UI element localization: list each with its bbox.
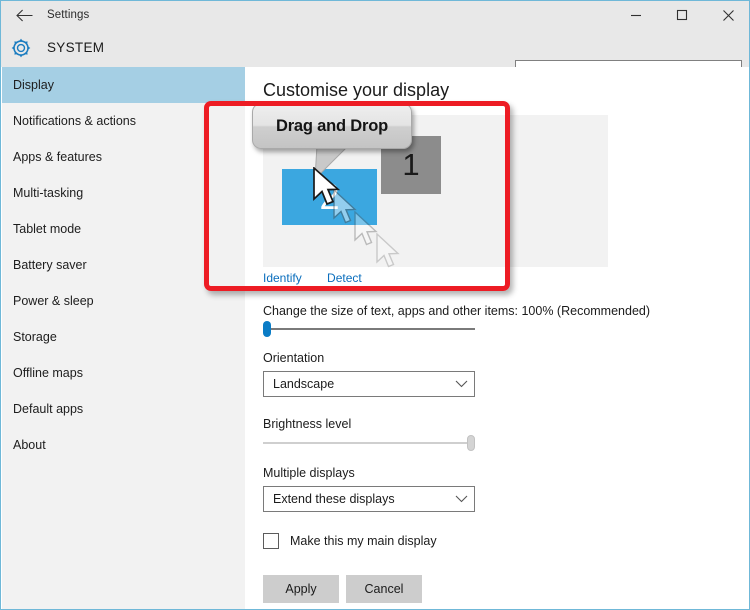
minimize-button[interactable] <box>613 1 659 29</box>
sidebar-item-label: Tablet mode <box>13 222 82 236</box>
maximize-button[interactable] <box>659 1 705 29</box>
cancel-button[interactable]: Cancel <box>346 575 422 603</box>
window-controls <box>613 1 749 29</box>
maximize-icon <box>676 9 688 21</box>
category-title: SYSTEM <box>47 40 105 55</box>
slider-track <box>263 442 475 444</box>
monitor-number: 1 <box>402 147 420 182</box>
sidebar-item-label: About <box>13 438 46 452</box>
sidebar-item-display[interactable]: Display <box>2 67 245 103</box>
sidebar-item-storage[interactable]: Storage <box>2 319 245 355</box>
sidebar-item-label: Storage <box>13 330 57 344</box>
arrow-cursor-icon <box>312 166 346 216</box>
display-preview-panel[interactable]: 1 2 Drag and Drop <box>252 103 608 268</box>
main-display-checkbox[interactable] <box>263 533 279 549</box>
slider-thumb[interactable] <box>263 321 271 337</box>
window-title: Settings <box>47 9 90 21</box>
main-display-checkbox-row[interactable]: Make this my main display <box>263 533 437 549</box>
slider-track <box>263 328 475 330</box>
multiple-displays-label: Multiple displays <box>263 466 355 480</box>
drag-and-drop-callout: Drag and Drop <box>252 103 412 149</box>
brightness-slider[interactable] <box>263 435 475 451</box>
settings-window: Settings SYSTEM Find a setting Display N… <box>0 0 750 610</box>
sidebar-item-apps-and-features[interactable]: Apps & features <box>2 139 245 175</box>
multiple-displays-value: Extend these displays <box>273 492 395 506</box>
back-arrow-icon <box>15 9 33 22</box>
sidebar-item-notifications-and-actions[interactable]: Notifications & actions <box>2 103 245 139</box>
sidebar-item-power-and-sleep[interactable]: Power & sleep <box>2 283 245 319</box>
sidebar-item-label: Default apps <box>13 402 84 416</box>
sidebar-item-label: Notifications & actions <box>13 114 136 128</box>
sidebar-item-label: Multi-tasking <box>13 186 84 200</box>
orientation-value: Landscape <box>273 377 335 391</box>
multiple-displays-select[interactable]: Extend these displays <box>263 486 475 512</box>
orientation-label: Orientation <box>263 351 325 365</box>
identify-link[interactable]: Identify <box>263 271 302 285</box>
page-title: Customise your display <box>263 80 450 100</box>
sidebar-item-label: Power & sleep <box>13 294 94 308</box>
close-icon <box>722 9 735 22</box>
orientation-select[interactable]: Landscape <box>263 371 475 397</box>
apply-button[interactable]: Apply <box>263 575 339 603</box>
back-button[interactable] <box>1 1 47 29</box>
title-bar: Settings <box>1 1 749 29</box>
slider-thumb[interactable] <box>467 435 475 451</box>
sidebar-item-default-apps[interactable]: Default apps <box>2 391 245 427</box>
sidebar-item-label: Offline maps <box>13 366 83 380</box>
preview-links: Identify Detect <box>263 271 384 285</box>
scale-label: Change the size of text, apps and other … <box>263 304 651 318</box>
chevron-down-icon <box>455 495 468 503</box>
category-header: SYSTEM <box>1 29 749 86</box>
callout-label: Drag and Drop <box>276 116 388 135</box>
sidebar-item-label: Battery saver <box>13 258 87 272</box>
minimize-icon <box>630 9 642 21</box>
sidebar-item-tablet-mode[interactable]: Tablet mode <box>2 211 245 247</box>
close-button[interactable] <box>705 1 749 29</box>
brightness-label: Brightness level <box>263 417 352 431</box>
sidebar-item-label: Display <box>13 78 54 92</box>
sidebar-item-label: Apps & features <box>13 150 102 164</box>
chevron-down-icon <box>455 380 468 388</box>
scale-slider[interactable] <box>263 321 475 337</box>
sidebar-item-battery-saver[interactable]: Battery saver <box>2 247 245 283</box>
gear-icon <box>10 37 32 59</box>
sidebar-item-offline-maps[interactable]: Offline maps <box>2 355 245 391</box>
sidebar-item-about[interactable]: About <box>2 427 245 463</box>
sidebar: Display Notifications & actions Apps & f… <box>2 67 245 609</box>
sidebar-item-multi-tasking[interactable]: Multi-tasking <box>2 175 245 211</box>
main-display-checkbox-label: Make this my main display <box>290 534 437 548</box>
detect-link[interactable]: Detect <box>327 271 362 285</box>
main-content: Customise your display 1 2 Drag and Drop <box>245 67 749 609</box>
